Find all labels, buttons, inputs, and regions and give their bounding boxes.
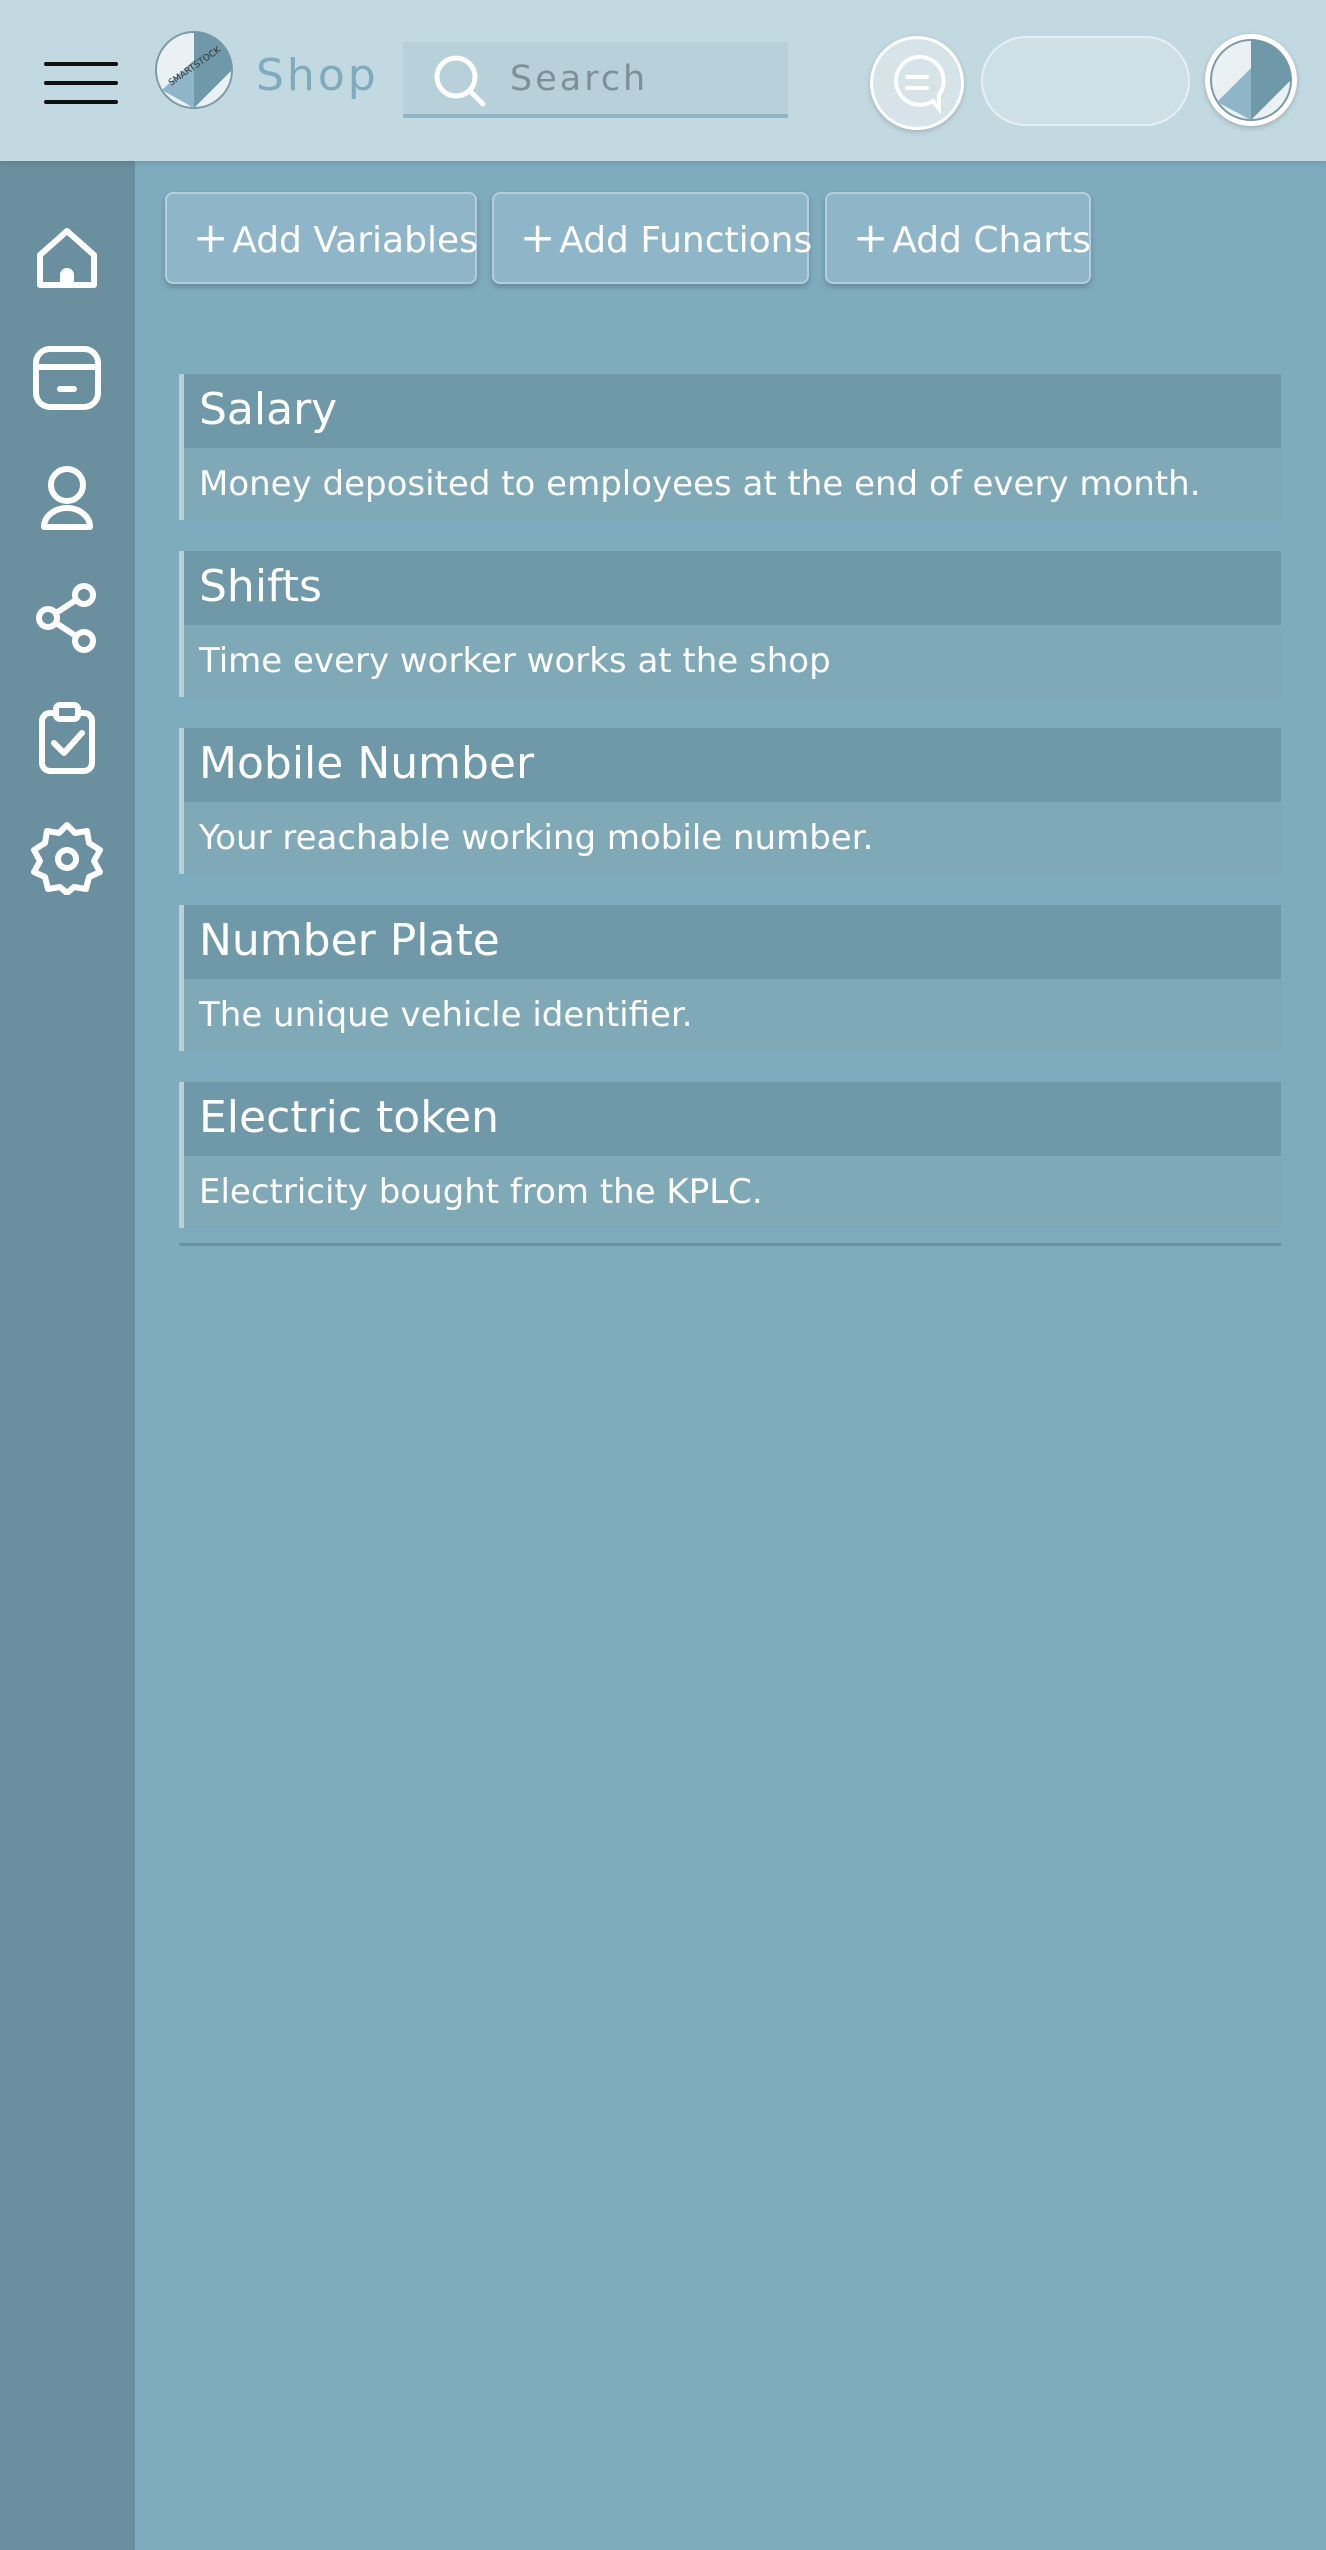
logo: SMARTSTOCK: [155, 31, 233, 109]
variable-list: Salary Money deposited to employees at t…: [179, 374, 1281, 1259]
variable-description: The unique vehicle identifier.: [184, 979, 1281, 1051]
avatar[interactable]: [1205, 34, 1297, 126]
list-item[interactable]: Number Plate The unique vehicle identifi…: [179, 905, 1281, 1051]
list-item[interactable]: Shifts Time every worker works at the sh…: [179, 551, 1281, 697]
home-icon[interactable]: [30, 221, 104, 295]
variable-description: Your reachable working mobile number.: [184, 802, 1281, 874]
variable-description: Time every worker works at the shop: [184, 625, 1281, 697]
plus-icon: +: [520, 213, 556, 262]
add-charts-label: Add Charts: [892, 220, 1092, 261]
chat-icon: [894, 54, 946, 115]
list-item[interactable]: Mobile Number Your reachable working mob…: [179, 728, 1281, 874]
variable-title: Number Plate: [184, 905, 1281, 979]
share-icon[interactable]: [30, 581, 104, 655]
brand-name: Shop: [256, 50, 379, 101]
hamburger-menu-icon[interactable]: [44, 58, 120, 108]
list-item[interactable]: Electric token Electricity bought from t…: [179, 1082, 1281, 1228]
add-charts-button[interactable]: + Add Charts: [825, 192, 1091, 284]
variable-title: Mobile Number: [184, 728, 1281, 802]
clipboard-check-icon[interactable]: [30, 701, 104, 775]
avatar-logo-icon: [1210, 39, 1292, 121]
user-icon[interactable]: [30, 461, 104, 535]
add-variables-button[interactable]: + Add Variables: [165, 192, 478, 284]
wallet-icon[interactable]: [30, 341, 104, 415]
plus-icon: +: [193, 213, 229, 262]
list-item[interactable]: Salary Money deposited to employees at t…: [179, 374, 1281, 520]
search-input[interactable]: [508, 50, 782, 108]
status-pill[interactable]: [981, 36, 1190, 126]
list-divider: [179, 1243, 1281, 1246]
variable-title: Salary: [184, 374, 1281, 448]
chat-button[interactable]: [870, 36, 964, 130]
add-functions-label: Add Functions: [559, 220, 813, 261]
variable-description: Electricity bought from the KPLC.: [184, 1156, 1281, 1228]
variable-description: Money deposited to employees at the end …: [184, 448, 1281, 520]
sidebar: [0, 161, 135, 2550]
search-icon: [434, 55, 486, 107]
plus-icon: +: [853, 213, 889, 262]
search-box[interactable]: [403, 42, 788, 118]
gear-icon[interactable]: [30, 821, 104, 895]
add-variables-label: Add Variables: [232, 220, 478, 261]
top-bar: SMARTSTOCK Shop: [0, 0, 1326, 161]
add-functions-button[interactable]: + Add Functions: [492, 192, 813, 284]
variable-title: Shifts: [184, 551, 1281, 625]
variable-title: Electric token: [184, 1082, 1281, 1156]
